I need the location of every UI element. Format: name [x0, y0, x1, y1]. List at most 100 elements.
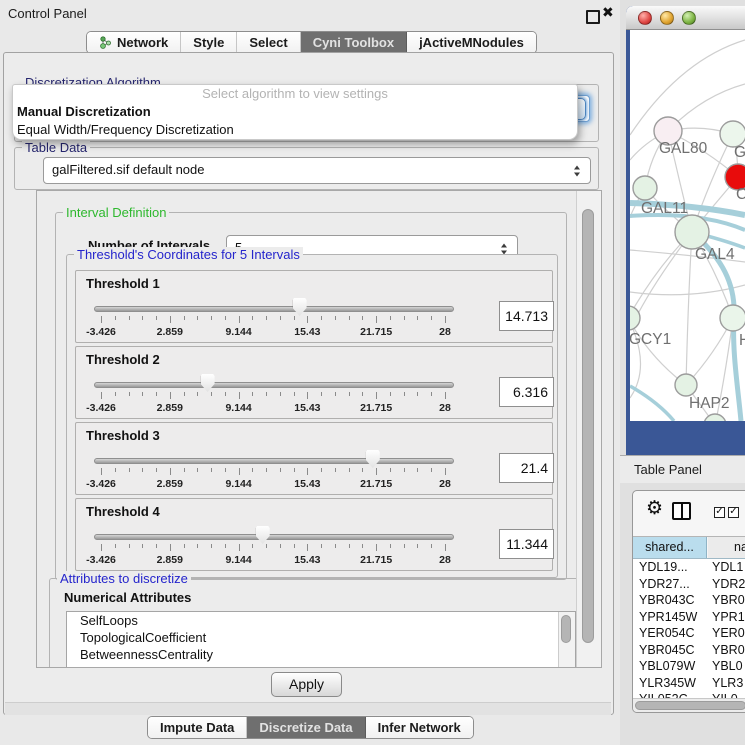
table-horizontal-scrollbar[interactable] — [633, 698, 745, 713]
tick-mark — [156, 392, 157, 396]
table-data-combobox[interactable]: galFiltered.sif default node — [43, 157, 591, 184]
table-rows[interactable]: YDL19...YDL1YDR27...YDR2YBR043CYBR0YPR14… — [633, 559, 745, 698]
table-row[interactable]: YBL079WYBL0 — [633, 658, 745, 675]
gear-icon[interactable]: ⚙ — [646, 499, 663, 518]
attribute-list-item[interactable]: TopologicalCoefficient — [67, 629, 575, 646]
tab-discretize-data[interactable]: Discretize Data — [247, 717, 365, 738]
threshold-value-field[interactable]: 11.344 — [499, 529, 554, 559]
tick-mark — [156, 468, 157, 472]
attributes-scrollbar-thumb[interactable] — [561, 615, 571, 643]
tab-cyni-toolbox[interactable]: Cyni Toolbox — [301, 32, 407, 53]
attributes-scrollbar[interactable] — [558, 612, 575, 668]
table-row[interactable]: YBR043CYBR0 — [633, 592, 745, 609]
table-scrollbar-thumb[interactable] — [635, 701, 745, 710]
mac-zoom-button[interactable] — [682, 11, 696, 25]
interval-definition-group: Interval Definition Number of Intervals … — [55, 212, 567, 580]
network-node[interactable] — [633, 176, 657, 200]
settings-scrollbar[interactable] — [576, 191, 601, 667]
table-row[interactable]: YDL19...YDL1 — [633, 559, 745, 576]
slider-track[interactable] — [94, 382, 454, 388]
slider-track[interactable] — [94, 458, 454, 464]
tick-mark — [431, 316, 432, 320]
threshold-box: Threshold 2-3.4262.8599.14415.4321.71528… — [75, 346, 553, 419]
attribute-list-item[interactable]: SelfLoops — [67, 612, 575, 629]
tick-mark — [184, 392, 185, 396]
checkbox-icon[interactable]: ✓ — [728, 507, 739, 518]
slider-thumb[interactable] — [256, 526, 270, 544]
split-columns-icon[interactable] — [672, 502, 691, 520]
table-row[interactable]: YLR345W YLR3 — [633, 675, 745, 692]
cell-shared-name: YLR345W — [639, 675, 696, 691]
tab-infer-network[interactable]: Infer Network — [366, 717, 473, 738]
tick-mark — [404, 544, 405, 548]
slider-thumb[interactable] — [366, 450, 380, 468]
checkbox-icon[interactable]: ✓ — [714, 507, 725, 518]
tick-mark — [197, 544, 198, 548]
attribute-list-item[interactable]: BetweennessCentrality — [67, 646, 575, 663]
cell-name: YLR3 — [712, 675, 743, 691]
threshold-slider[interactable]: -3.4262.8599.14415.4321.71528 — [101, 449, 445, 495]
axis-tick-label: 2.859 — [157, 402, 183, 414]
dropdown-hint-item[interactable]: Select algorithm to view settings — [13, 85, 577, 103]
threshold-box: Threshold 1-3.4262.8599.14415.4321.71528… — [75, 270, 553, 343]
table-row[interactable]: YPR145WYPR1 — [633, 609, 745, 626]
network-node[interactable] — [675, 215, 709, 249]
tick-mark — [211, 468, 212, 472]
cell-name: YDR2 — [712, 576, 745, 592]
slider-track[interactable] — [94, 306, 454, 312]
tick-mark — [431, 392, 432, 396]
tick-mark — [280, 468, 281, 472]
tick-mark — [321, 468, 322, 472]
mac-minimize-button[interactable] — [660, 11, 674, 25]
network-node[interactable] — [630, 306, 640, 330]
threshold-slider[interactable]: -3.4262.8599.14415.4321.71528 — [101, 525, 445, 571]
axis-tick-label: 21.715 — [360, 478, 392, 490]
network-node-label: GAL4 — [695, 246, 735, 263]
tab-select[interactable]: Select — [237, 32, 300, 53]
column-header-shared-name[interactable]: shared... — [633, 537, 707, 558]
table-row[interactable]: YER054CYER0 — [633, 625, 745, 642]
tick-mark — [431, 544, 432, 548]
tick-mark — [239, 316, 240, 323]
cell-name: YDL1 — [712, 559, 743, 575]
dropdown-option-equal-width[interactable]: Equal Width/Frequency Discretization — [13, 121, 577, 139]
slider-thumb[interactable] — [293, 298, 307, 316]
network-canvas[interactable]: GAL80GACGAL11GAL4GCY1HHAP2 — [630, 30, 745, 421]
slider-thumb[interactable] — [201, 374, 215, 392]
table-row[interactable]: YDR27...YDR2 — [633, 576, 745, 593]
settings-scrollbar-thumb[interactable] — [582, 209, 594, 643]
tick-mark — [376, 316, 377, 323]
tab-network[interactable]: Network — [87, 32, 181, 53]
numerical-attributes-list[interactable]: SelfLoopsTopologicalCoefficientBetweenne… — [66, 611, 576, 668]
table-row[interactable]: YBR045CYBR0 — [633, 642, 745, 659]
mac-close-button[interactable] — [638, 11, 652, 25]
threshold-value-field[interactable]: 21.4 — [499, 453, 554, 483]
tick-mark — [142, 544, 143, 548]
column-header-name[interactable]: na — [708, 537, 745, 558]
tab-style[interactable]: Style — [181, 32, 237, 53]
threshold-value-field[interactable]: 14.713 — [499, 301, 554, 331]
apply-button[interactable]: Apply — [271, 672, 342, 697]
tick-mark — [404, 468, 405, 472]
slider-track[interactable] — [94, 534, 454, 540]
tab-jactivemnodules[interactable]: jActiveMNodules — [407, 32, 536, 53]
threshold-slider[interactable]: -3.4262.8599.14415.4321.71528 — [101, 373, 445, 419]
bottom-tab-bar: Impute Data Discretize Data Infer Networ… — [147, 716, 474, 739]
tick-mark — [362, 544, 363, 548]
tick-mark — [349, 316, 350, 320]
network-node[interactable] — [675, 374, 697, 396]
table-data-group: Table Data galFiltered.sif default node — [14, 147, 599, 190]
network-node[interactable] — [720, 305, 745, 331]
tab-impute-data[interactable]: Impute Data — [148, 717, 247, 738]
threshold-slider[interactable]: -3.4262.8599.14415.4321.71528 — [101, 297, 445, 343]
tick-mark — [362, 468, 363, 472]
table-panel-title: Table Panel — [634, 462, 702, 477]
tick-mark — [129, 392, 130, 396]
threshold-value-field[interactable]: 6.316 — [499, 377, 554, 407]
tick-mark — [252, 544, 253, 548]
close-icon[interactable]: ✖ — [602, 4, 614, 21]
tick-mark — [239, 468, 240, 475]
dropdown-option-manual[interactable]: Manual Discretization — [13, 103, 577, 121]
float-window-icon[interactable] — [586, 10, 600, 24]
table-row[interactable]: YIL052CYIL0 — [633, 691, 745, 698]
